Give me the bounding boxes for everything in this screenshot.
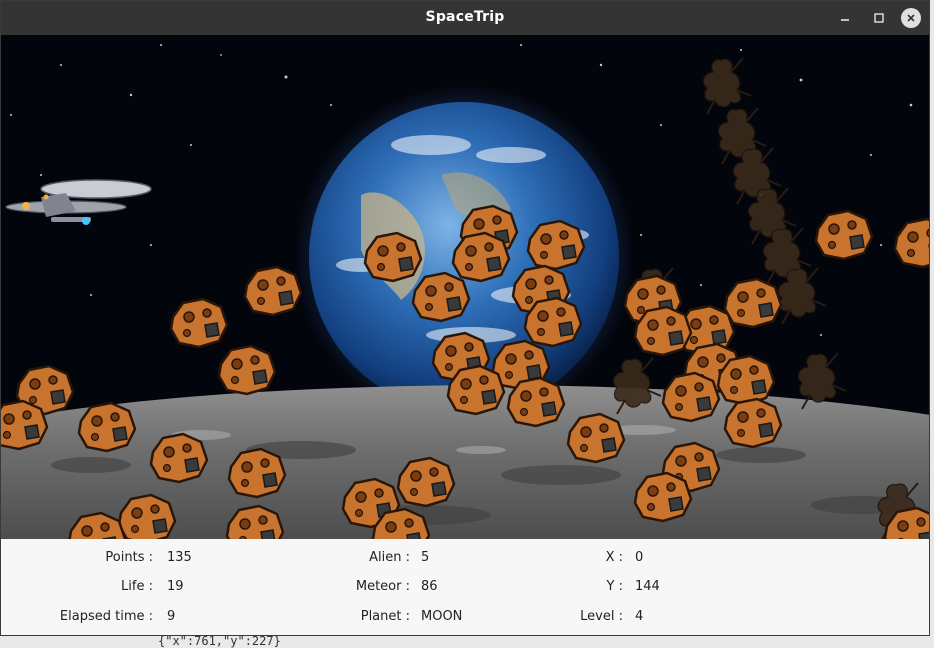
level-label: Level : [580, 609, 623, 624]
points-label: Points : [105, 550, 153, 565]
close-button[interactable] [901, 8, 921, 28]
minimize-icon [841, 19, 849, 21]
meteor-value: 86 [421, 579, 438, 594]
y-value: 144 [635, 579, 660, 594]
minimize-button[interactable] [833, 7, 857, 29]
planet-label: Planet : [360, 609, 410, 624]
maximize-icon [874, 13, 884, 23]
elapsed-time-label: Elapsed time : [59, 609, 153, 624]
alien-label: Alien : [369, 550, 410, 565]
meteor-label: Meteor : [355, 579, 410, 594]
game-scene [1, 35, 929, 539]
x-value: 0 [635, 550, 644, 565]
maximize-button[interactable] [867, 7, 891, 29]
alien-value: 5 [421, 550, 430, 565]
level-value: 4 [635, 609, 644, 624]
points-value: 135 [167, 550, 192, 565]
life-value: 19 [167, 579, 184, 594]
y-label: Y : [606, 579, 623, 594]
x-label: X : [605, 550, 623, 565]
game-canvas[interactable] [1, 35, 929, 539]
status-panel: Points : 135 Life : 19 Elapsed time : 9 … [1, 539, 929, 635]
game-window: SpaceTrip Points: 135 Life: 19 Elapsed… [0, 0, 930, 636]
life-label: Life : [121, 579, 153, 594]
close-icon [907, 14, 915, 22]
window-title: SpaceTrip [425, 9, 505, 25]
window-controls [833, 7, 921, 29]
title-bar[interactable]: SpaceTrip [1, 1, 929, 35]
elapsed-time-value: 9 [167, 609, 176, 624]
planet-value: MOON [421, 609, 463, 624]
